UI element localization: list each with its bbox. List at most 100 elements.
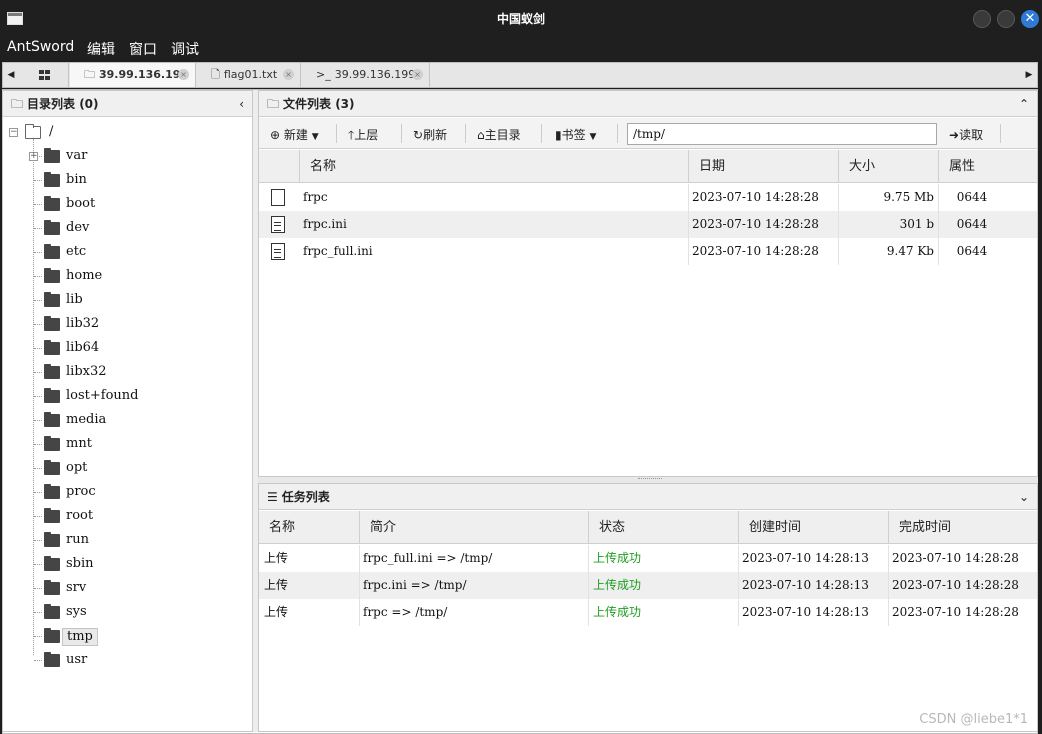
new-button[interactable]: ⊕ 新建 ▼ (270, 126, 319, 143)
tab-close-icon[interactable]: × (178, 69, 189, 80)
refresh-label: 刷新 (423, 128, 448, 142)
minimize-button[interactable] (973, 10, 991, 28)
folder-icon (44, 508, 60, 523)
folder-icon (44, 364, 60, 379)
menu-item-window[interactable]: 窗口 (129, 39, 157, 59)
task-status: 上传成功 (593, 605, 642, 619)
tree-item-etc[interactable]: etc (3, 241, 248, 263)
tree-item-lib[interactable]: lib (3, 289, 248, 311)
tree-item-run[interactable]: run (3, 529, 248, 551)
tree-item-libx32[interactable]: libx32 (3, 361, 248, 383)
folder-icon (44, 220, 60, 235)
header-name[interactable]: 名称 (299, 150, 688, 183)
tree-branch-line (34, 564, 42, 565)
folder-icon (44, 460, 60, 475)
tree-item-usr[interactable]: usr (3, 649, 248, 671)
tree-item-label: proc (66, 484, 96, 499)
text-file-icon (271, 216, 285, 233)
tab-scroll-right-icon[interactable]: ▶ (1021, 63, 1037, 87)
header-task-status[interactable]: 状态 (588, 511, 738, 544)
maximize-button[interactable] (997, 10, 1015, 28)
tab-file-manager[interactable]: 🗀 39.99.136.199 × (70, 63, 196, 87)
toolbar-separator (465, 124, 466, 143)
tree-item-srv[interactable]: srv (3, 577, 248, 599)
tree-branch-line (34, 252, 42, 253)
task-row[interactable]: 上传 frpc_full.ini => /tmp/上传成功 2023-07-10 1… (259, 545, 1037, 572)
grid-icon (39, 70, 50, 80)
tree-item-label: bin (66, 172, 87, 187)
header-task-name[interactable]: 名称 (259, 511, 359, 544)
tree-item-boot[interactable]: boot (3, 193, 248, 215)
directory-panel-header: 🗀 目录列表 (0) ‹ (3, 91, 252, 117)
tab-close-icon[interactable]: × (283, 69, 294, 80)
tree-item-sys[interactable]: sys (3, 601, 248, 623)
menu-item-antsword[interactable]: AntSword (7, 39, 74, 55)
task-desc: frpc.ini => /tmp/ (363, 578, 467, 592)
tree-item-label: lib32 (66, 316, 100, 331)
file-size: 9.47 Kb (886, 244, 934, 258)
tab-flag01[interactable]: 🗋 flag01.txt × (197, 63, 301, 87)
path-input[interactable]: /tmp/ (627, 123, 937, 145)
tab-scroll-left-icon[interactable]: ◀ (3, 63, 19, 87)
tab-close-icon[interactable]: × (412, 69, 423, 80)
task-row[interactable]: 上传 frpc => /tmp/上传成功 2023-07-10 14:28:13 20… (259, 599, 1037, 626)
bookmark-button[interactable]: ▮书签 ▼ (555, 126, 596, 143)
tree-item-bin[interactable]: bin (3, 169, 248, 191)
tree-item-lib64[interactable]: lib64 (3, 337, 248, 359)
refresh-button[interactable]: ↻刷新 (413, 126, 447, 143)
tree-root[interactable]: − / (3, 121, 248, 143)
tree-item-dev[interactable]: dev (3, 217, 248, 239)
tree-item-media[interactable]: media (3, 409, 248, 431)
expand-toggle-icon[interactable]: + (29, 152, 38, 161)
menu-item-edit[interactable]: 编辑 (87, 39, 115, 59)
tree-item-sbin[interactable]: sbin (3, 553, 248, 575)
task-row[interactable]: 上传 frpc.ini => /tmp/上传成功 2023-07-10 14:28:… (259, 572, 1037, 599)
collapse-down-icon[interactable]: ⌄ (1019, 484, 1029, 510)
task-created: 2023-07-10 14:28:13 (742, 578, 869, 592)
tab-overview[interactable] (21, 63, 69, 87)
file-size: 301 b (899, 217, 934, 231)
column-divider (888, 572, 889, 599)
collapse-up-icon[interactable]: ⌃ (1019, 91, 1029, 117)
file-attr: 0644 (956, 190, 988, 204)
file-row[interactable]: frpc 2023-07-10 14:28:28 9.75 Mb 0644 (259, 184, 1037, 211)
header-attr[interactable]: 属性 (938, 150, 1037, 183)
header-size[interactable]: 大小 (838, 150, 938, 183)
menu-item-debug[interactable]: 调试 (171, 39, 199, 59)
collapse-left-icon[interactable]: ‹ (239, 91, 244, 117)
close-button[interactable]: ✕ (1021, 10, 1039, 28)
tree-item-lib32[interactable]: lib32 (3, 313, 248, 335)
tree-item-opt[interactable]: opt (3, 457, 248, 479)
file-row[interactable]: frpc_full.ini 2023-07-10 14:28:28 9.47 Kb 0… (259, 238, 1037, 265)
task-panel-title: 任务列表 (281, 490, 330, 504)
file-row[interactable]: frpc.ini 2023-07-10 14:28:28 301 b 0644 (259, 211, 1037, 238)
header-date[interactable]: 日期 (688, 150, 838, 183)
header-task-created[interactable]: 创建时间 (738, 511, 888, 544)
column-divider (738, 545, 739, 572)
window-title: 中国蚁剑 (496, 12, 545, 26)
read-button[interactable]: ➜读取 (949, 126, 983, 143)
tree-item-tmp[interactable]: tmp (3, 625, 248, 647)
tab-terminal[interactable]: >_ 39.99.136.199 × (302, 63, 430, 87)
tree-item-mnt[interactable]: mnt (3, 433, 248, 455)
header-task-finished[interactable]: 完成时间 (888, 511, 1037, 544)
tree-item-root[interactable]: root (3, 505, 248, 527)
tree-item-proc[interactable]: proc (3, 481, 248, 503)
tab-bar: ◀ 🗀 39.99.136.199 × 🗋 flag01.txt × >_ 39.99… (2, 62, 1038, 88)
toolbar-separator (336, 124, 337, 143)
tree-item-var[interactable]: + var (3, 145, 248, 167)
up-level-button[interactable]: 🡑上层 (348, 126, 378, 147)
tree-item-lost-found[interactable]: lost+found (3, 385, 248, 407)
home-dir-button[interactable]: ⌂主目录 (477, 126, 521, 143)
column-divider (588, 572, 589, 599)
tree-item-label: var (66, 148, 88, 163)
task-panel: ☰ 任务列表 ⌄ 名称 简介 状态 创建时间 完成时间 上传 frpc_full.i… (258, 483, 1038, 732)
header-task-desc[interactable]: 简介 (359, 511, 588, 544)
tree-item-home[interactable]: home (3, 265, 248, 287)
collapse-toggle-icon[interactable]: − (9, 128, 18, 137)
tree-item-label: root (66, 508, 94, 523)
file-toolbar: ⊕ 新建 ▼ 🡑上层 ↻刷新 ⌂主目录 ▮书签 ▼ /tmp/ ➜读取 (259, 118, 1037, 149)
tree-item-label: dev (66, 220, 90, 235)
folder-open-icon (25, 124, 41, 139)
folder-icon (44, 580, 60, 595)
